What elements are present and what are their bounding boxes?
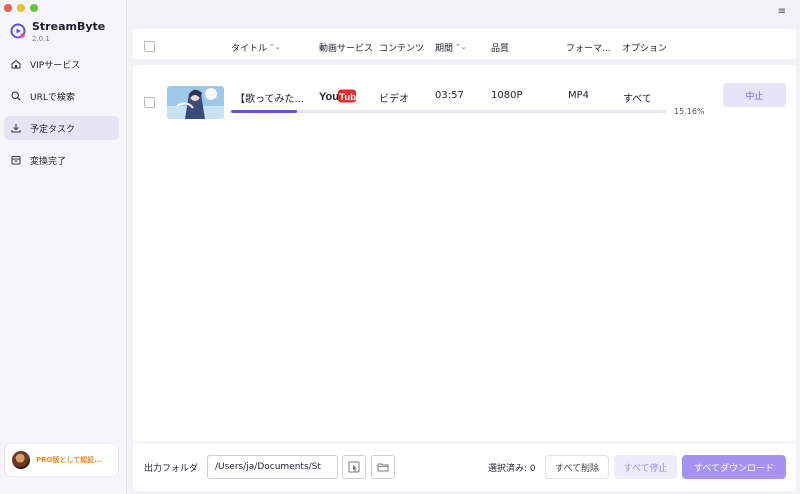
sidebar-item-scheduled-tasks[interactable]: 予定タスク xyxy=(4,116,119,140)
column-format: フォーマ... xyxy=(566,44,611,54)
download-progress-bar xyxy=(231,110,666,113)
pro-upgrade-label: PRO版として認証... xyxy=(36,456,103,464)
home-icon xyxy=(11,59,21,69)
output-path-field[interactable]: /Users/ja/Documents/St xyxy=(207,455,338,479)
column-quality: 品質 xyxy=(491,44,510,54)
column-service: 動画サービス xyxy=(319,44,374,54)
content-type: ビデオ xyxy=(379,94,409,105)
stop-all-button[interactable]: すべて停止 xyxy=(614,455,677,479)
column-title[interactable]: タイトル ⌃⌄ xyxy=(231,41,281,55)
sidebar-item-url-search[interactable]: URLで検索 xyxy=(4,84,119,108)
menu-icon[interactable]: ≡ xyxy=(778,6,786,17)
select-all-checkbox[interactable] xyxy=(144,41,155,52)
download-progress-label: 15.16% xyxy=(674,107,705,116)
column-duration[interactable]: 期間 ⌃⌄ xyxy=(435,41,467,55)
avatar xyxy=(12,451,30,469)
zoom-window-button[interactable] xyxy=(30,4,38,12)
task-panel: タイトル ⌃⌄ 動画サービス コンテンツ 期間 ⌃⌄ 品質 フォーマ... オプ… xyxy=(133,29,796,491)
quality: 1080P xyxy=(491,90,523,101)
svg-text:Tube: Tube xyxy=(339,92,356,103)
sidebar: StreamByte 2.0.1 VIPサービス URLで検索 予定タスク 変換… xyxy=(0,0,127,494)
output-folder-label: 出力フォルダ xyxy=(144,464,199,474)
sidebar-item-label: 予定タスク xyxy=(30,124,76,135)
window-controls xyxy=(4,4,38,12)
format: MP4 xyxy=(568,90,590,101)
app-brand: StreamByte 2.0.1 xyxy=(10,20,105,43)
download-all-button[interactable]: すべてダウンロード xyxy=(682,455,786,479)
table-header: タイトル ⌃⌄ 動画サービス コンテンツ 期間 ⌃⌄ 品質 フォーマ... オプ… xyxy=(133,29,796,65)
row-checkbox[interactable] xyxy=(144,97,155,108)
column-options: オプション xyxy=(622,44,668,54)
minimize-window-button[interactable] xyxy=(17,4,25,12)
delete-all-button[interactable]: すべて削除 xyxy=(545,455,609,479)
open-in-finder-button[interactable] xyxy=(342,455,366,479)
sidebar-item-converted[interactable]: 変換完了 xyxy=(4,148,119,172)
select-folder-icon xyxy=(348,461,360,473)
table-row: 【歌ってみた... You Tube ビデオ 03:57 1080P MP4 す… xyxy=(133,77,796,127)
duration: 03:57 xyxy=(435,90,464,101)
youtube-logo-icon: You Tube xyxy=(319,89,356,103)
svg-text:You: You xyxy=(319,91,339,103)
sort-icon: ⌃⌄ xyxy=(269,43,281,51)
sidebar-item-vip-service[interactable]: VIPサービス xyxy=(4,52,119,76)
search-icon xyxy=(11,91,21,101)
app-version: 2.0.1 xyxy=(32,35,50,43)
download-progress-fill xyxy=(231,110,297,113)
sort-icon: ⌃⌄ xyxy=(455,43,467,51)
app-name: StreamByte xyxy=(32,20,106,33)
browse-folder-button[interactable] xyxy=(371,455,395,479)
video-title: 【歌ってみた... xyxy=(235,94,305,105)
option-select[interactable]: すべて xyxy=(623,90,652,105)
close-window-button[interactable] xyxy=(4,4,12,12)
pro-upgrade-card[interactable]: PRO版として認証... xyxy=(4,443,119,477)
footer-bar: 出力フォルダ /Users/ja/Documents/St 選択済み: 0 すべ… xyxy=(133,442,796,491)
sidebar-item-label: 変換完了 xyxy=(30,156,67,167)
folder-icon xyxy=(377,463,389,472)
selected-count: 選択済み: 0 xyxy=(488,464,536,474)
sidebar-nav: VIPサービス URLで検索 予定タスク 変換完了 xyxy=(4,52,119,180)
app-logo-icon xyxy=(10,23,26,39)
video-thumbnail xyxy=(167,86,224,119)
sidebar-item-label: URLで検索 xyxy=(30,92,75,103)
download-icon xyxy=(11,124,21,133)
stop-button[interactable]: 中止 xyxy=(723,83,786,107)
archive-icon xyxy=(11,156,21,165)
column-content: コンテンツ xyxy=(379,44,425,54)
sidebar-item-label: VIPサービス xyxy=(30,60,81,71)
